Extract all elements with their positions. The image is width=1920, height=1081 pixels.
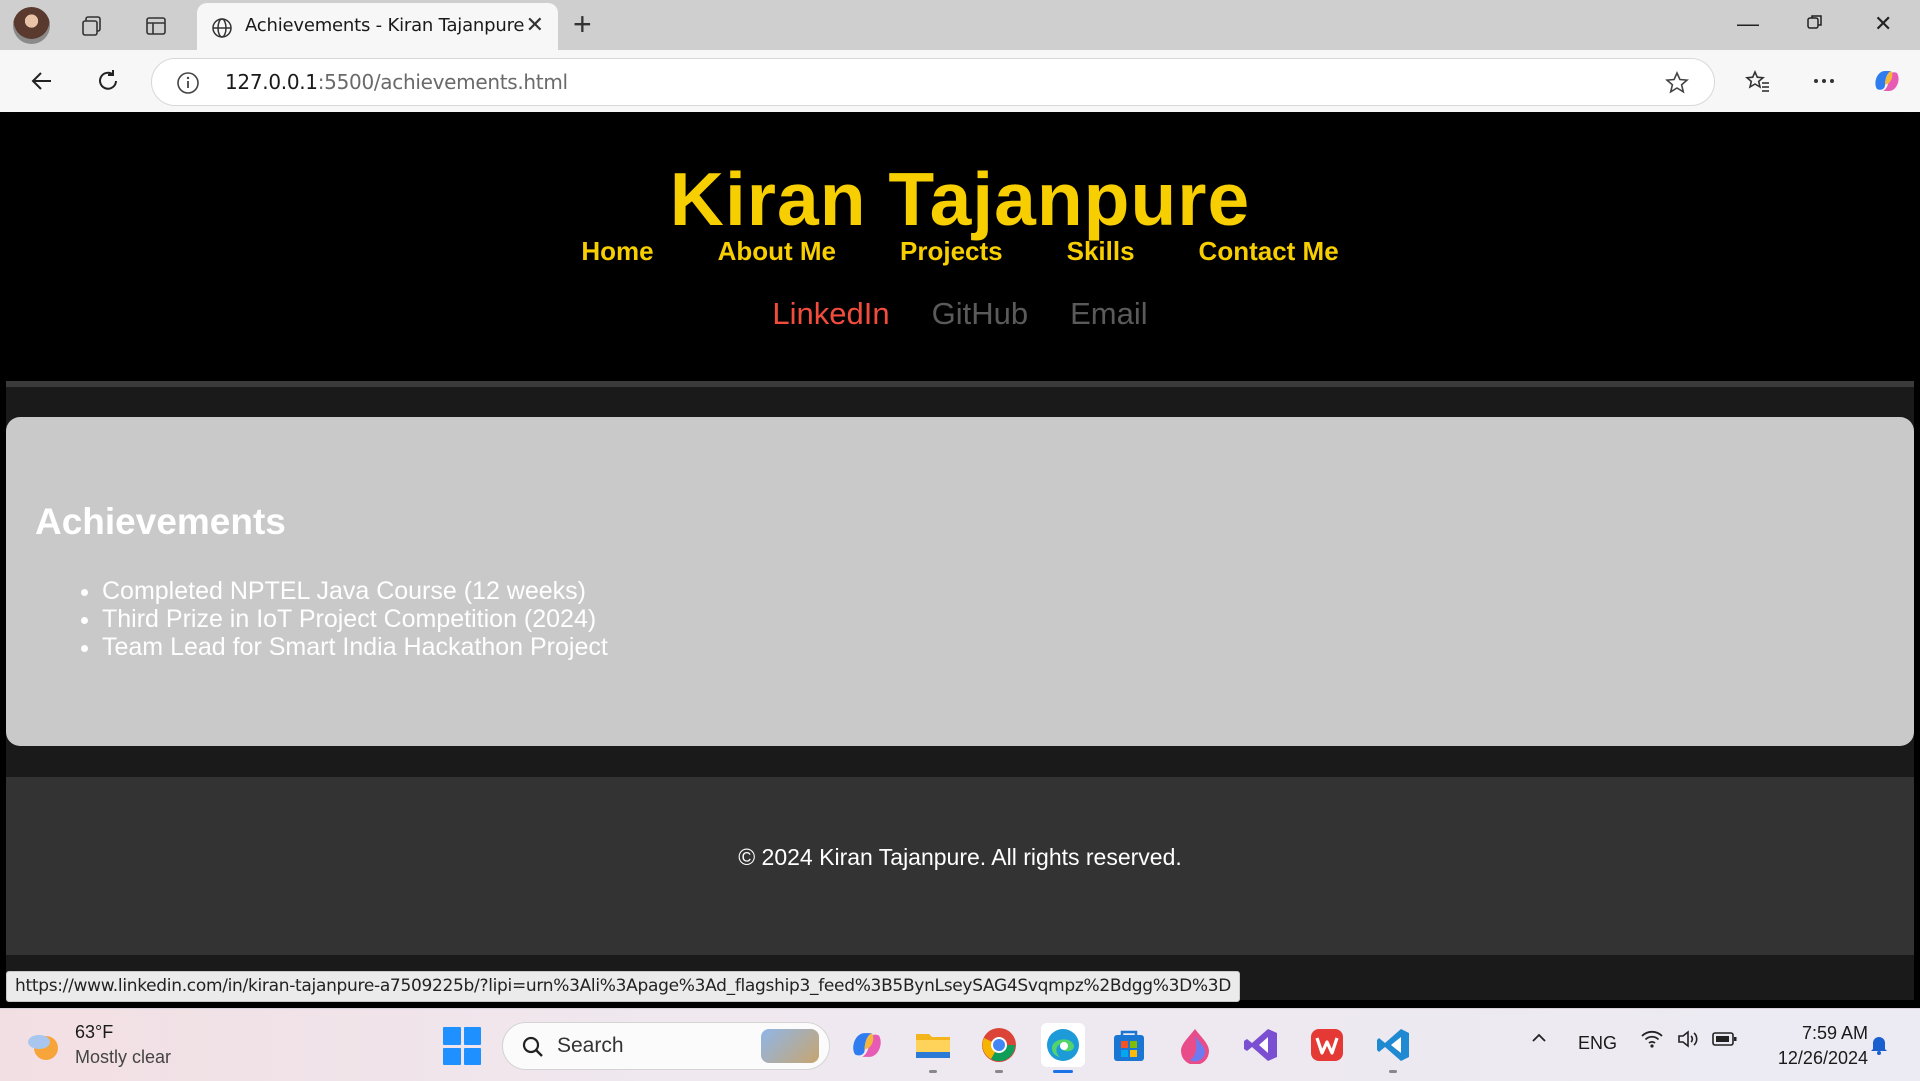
nav-contact-link[interactable]: Contact Me <box>1199 236 1339 267</box>
taskbar-search[interactable]: Search <box>502 1022 830 1070</box>
nav-about-link[interactable]: About Me <box>718 236 836 267</box>
tab-actions-icon[interactable] <box>139 9 173 43</box>
weather-moon-cloud-icon[interactable] <box>24 1026 64 1066</box>
edge-icon[interactable] <box>1041 1023 1085 1073</box>
browser-toolbar: 127.0.0.1:5500/achievements.html <box>0 50 1920 112</box>
paint-icon[interactable] <box>1173 1023 1217 1067</box>
workspaces-icon[interactable] <box>75 9 109 43</box>
site-title: Kiran Tajanpure <box>669 157 1251 241</box>
page-viewport: Kiran Tajanpure Home About Me Projects Skil… <box>6 112 1914 1000</box>
restore-icon[interactable] <box>1806 11 1824 37</box>
more-options-icon[interactable] <box>1807 64 1841 98</box>
wps-office-icon[interactable] <box>1305 1023 1349 1067</box>
copilot-icon[interactable] <box>1870 64 1904 98</box>
weather-temperature[interactable]: 63°F <box>75 1022 113 1043</box>
nav-skills-link[interactable]: Skills <box>1067 236 1135 267</box>
tab-title: Achievements - Kiran Tajanpure <box>245 15 525 36</box>
file-explorer-icon[interactable] <box>911 1023 955 1073</box>
vscode-icon[interactable] <box>1371 1023 1415 1073</box>
active-tab[interactable]: Achievements - Kiran Tajanpure ✕ <box>197 3 558 51</box>
visual-studio-icon[interactable] <box>1239 1023 1283 1067</box>
search-highlight-image <box>761 1029 819 1063</box>
running-indicator <box>995 1070 1003 1073</box>
site-info-icon[interactable] <box>176 71 200 95</box>
minimize-icon[interactable]: — <box>1737 11 1759 37</box>
close-window-icon[interactable]: ✕ <box>1874 11 1892 37</box>
favorites-icon[interactable] <box>1741 64 1775 98</box>
new-tab-button[interactable]: + <box>573 8 592 40</box>
notification-bell-icon[interactable] <box>1868 1033 1890 1060</box>
reload-button[interactable] <box>91 64 125 98</box>
microsoft-store-icon[interactable] <box>1107 1023 1151 1067</box>
linkedin-link[interactable]: LinkedIn <box>772 296 889 332</box>
clock-time[interactable]: 7:59 AM <box>1768 1023 1868 1044</box>
running-indicator <box>929 1070 937 1073</box>
taskbar: 63°F Mostly clear Search ENG 7:59 AM 12/… <box>0 1008 1920 1081</box>
social-links: LinkedIn GitHub Email <box>6 296 1914 332</box>
footer-copyright: © 2024 Kiran Tajanpure. All rights reser… <box>738 844 1182 870</box>
main-nav: Home About Me Projects Skills Contact Me <box>6 236 1914 267</box>
url-text[interactable]: 127.0.0.1:5500/achievements.html <box>225 70 568 94</box>
wifi-icon[interactable] <box>1640 1029 1664 1054</box>
list-item: Third Prize in IoT Project Competition (… <box>102 605 608 633</box>
site-header: Kiran Tajanpure Home About Me Projects Skil… <box>6 112 1914 387</box>
running-indicator <box>1389 1070 1397 1073</box>
volume-icon[interactable] <box>1676 1029 1700 1054</box>
copilot-app-icon[interactable] <box>845 1023 889 1067</box>
github-link[interactable]: GitHub <box>932 296 1028 332</box>
globe-icon <box>212 18 232 38</box>
achievements-section: Achievements Completed NPTEL Java Course… <box>6 417 1914 746</box>
active-indicator <box>1053 1070 1073 1073</box>
close-tab-icon[interactable]: ✕ <box>526 14 544 36</box>
site-footer: © 2024 Kiran Tajanpure. All rights reser… <box>6 777 1914 955</box>
address-bar[interactable]: 127.0.0.1:5500/achievements.html <box>151 58 1715 106</box>
nav-projects-link[interactable]: Projects <box>900 236 1003 267</box>
language-indicator[interactable]: ENG <box>1578 1033 1617 1054</box>
list-item: Completed NPTEL Java Course (12 weeks) <box>102 577 608 605</box>
search-placeholder: Search <box>557 1034 624 1057</box>
nav-home-link[interactable]: Home <box>581 236 653 267</box>
profile-avatar[interactable] <box>13 7 50 44</box>
search-icon <box>522 1036 543 1057</box>
email-link[interactable]: Email <box>1070 296 1148 332</box>
start-button[interactable] <box>443 1027 481 1065</box>
browser-tab-bar: Achievements - Kiran Tajanpure ✕ + — ✕ <box>0 0 1920 51</box>
status-bar-url: https://www.linkedin.com/in/kiran-tajanp… <box>6 971 1241 1002</box>
back-button[interactable] <box>25 64 59 98</box>
list-item: Team Lead for Smart India Hackathon Proj… <box>102 633 608 661</box>
section-heading: Achievements <box>35 501 286 542</box>
achievements-list: Completed NPTEL Java Course (12 weeks) T… <box>56 577 608 661</box>
favorite-star-icon[interactable] <box>1664 70 1690 96</box>
weather-description[interactable]: Mostly clear <box>75 1047 171 1068</box>
clock-date[interactable]: 12/26/2024 <box>1748 1048 1868 1069</box>
show-hidden-icons[interactable] <box>1530 1029 1548 1052</box>
chrome-icon[interactable] <box>977 1023 1021 1073</box>
battery-icon[interactable] <box>1712 1030 1738 1053</box>
